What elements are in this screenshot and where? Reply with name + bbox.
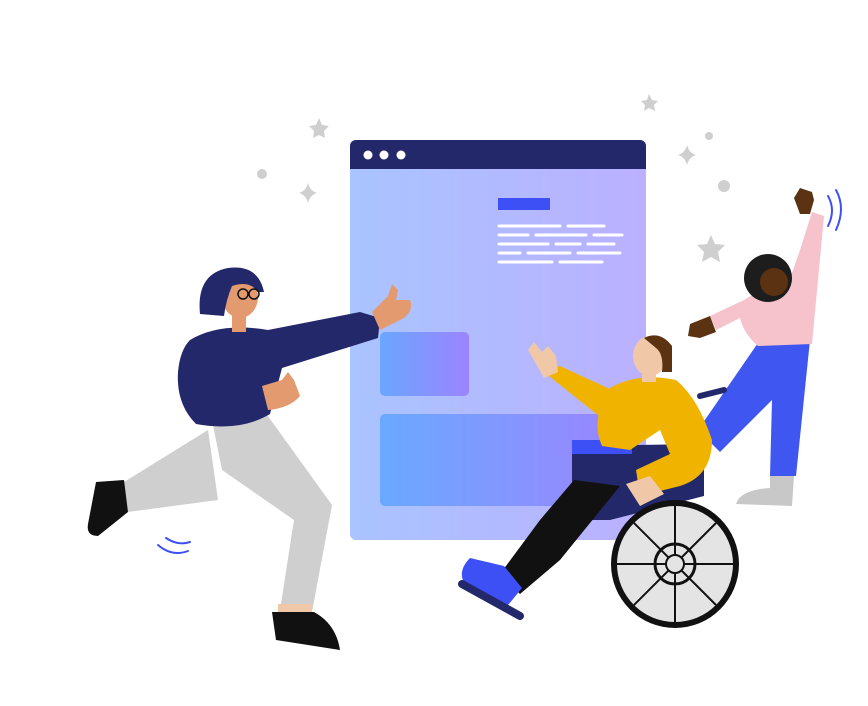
- motion-lines-icon: [827, 189, 842, 231]
- accessibility-illustration: [87, 94, 842, 650]
- heading-block: [498, 198, 550, 210]
- sparkle-dot-icon: [257, 169, 267, 179]
- woman-torso: [177, 312, 380, 427]
- wheelchair-wheel-icon: [611, 500, 739, 628]
- browser-window-dots-icon: [363, 150, 406, 160]
- sparkle-star-icon: [299, 183, 317, 203]
- back-leg: [124, 430, 218, 512]
- sparkle-star-icon: [309, 118, 329, 138]
- content-card-small: [380, 332, 469, 396]
- sparkle-dot-icon: [705, 132, 713, 140]
- pink-woman-shoe: [736, 476, 794, 506]
- motion-lines-icon: [157, 537, 191, 554]
- sparkle-star-icon: [678, 145, 696, 165]
- pink-woman-raised-hand: [794, 188, 814, 214]
- wheelchair-handle: [697, 387, 727, 399]
- pink-woman-head: [760, 268, 788, 296]
- sparkle-star-icon: [697, 235, 725, 262]
- browser-window-titlebar: [350, 140, 646, 169]
- front-leg: [212, 412, 332, 612]
- front-shoe: [272, 612, 340, 650]
- front-ankle: [278, 604, 312, 612]
- blue-pants: [698, 340, 810, 476]
- sparkle-star-icon: [641, 94, 658, 111]
- sparkle-dot-icon: [718, 180, 730, 192]
- back-shoe: [87, 480, 128, 536]
